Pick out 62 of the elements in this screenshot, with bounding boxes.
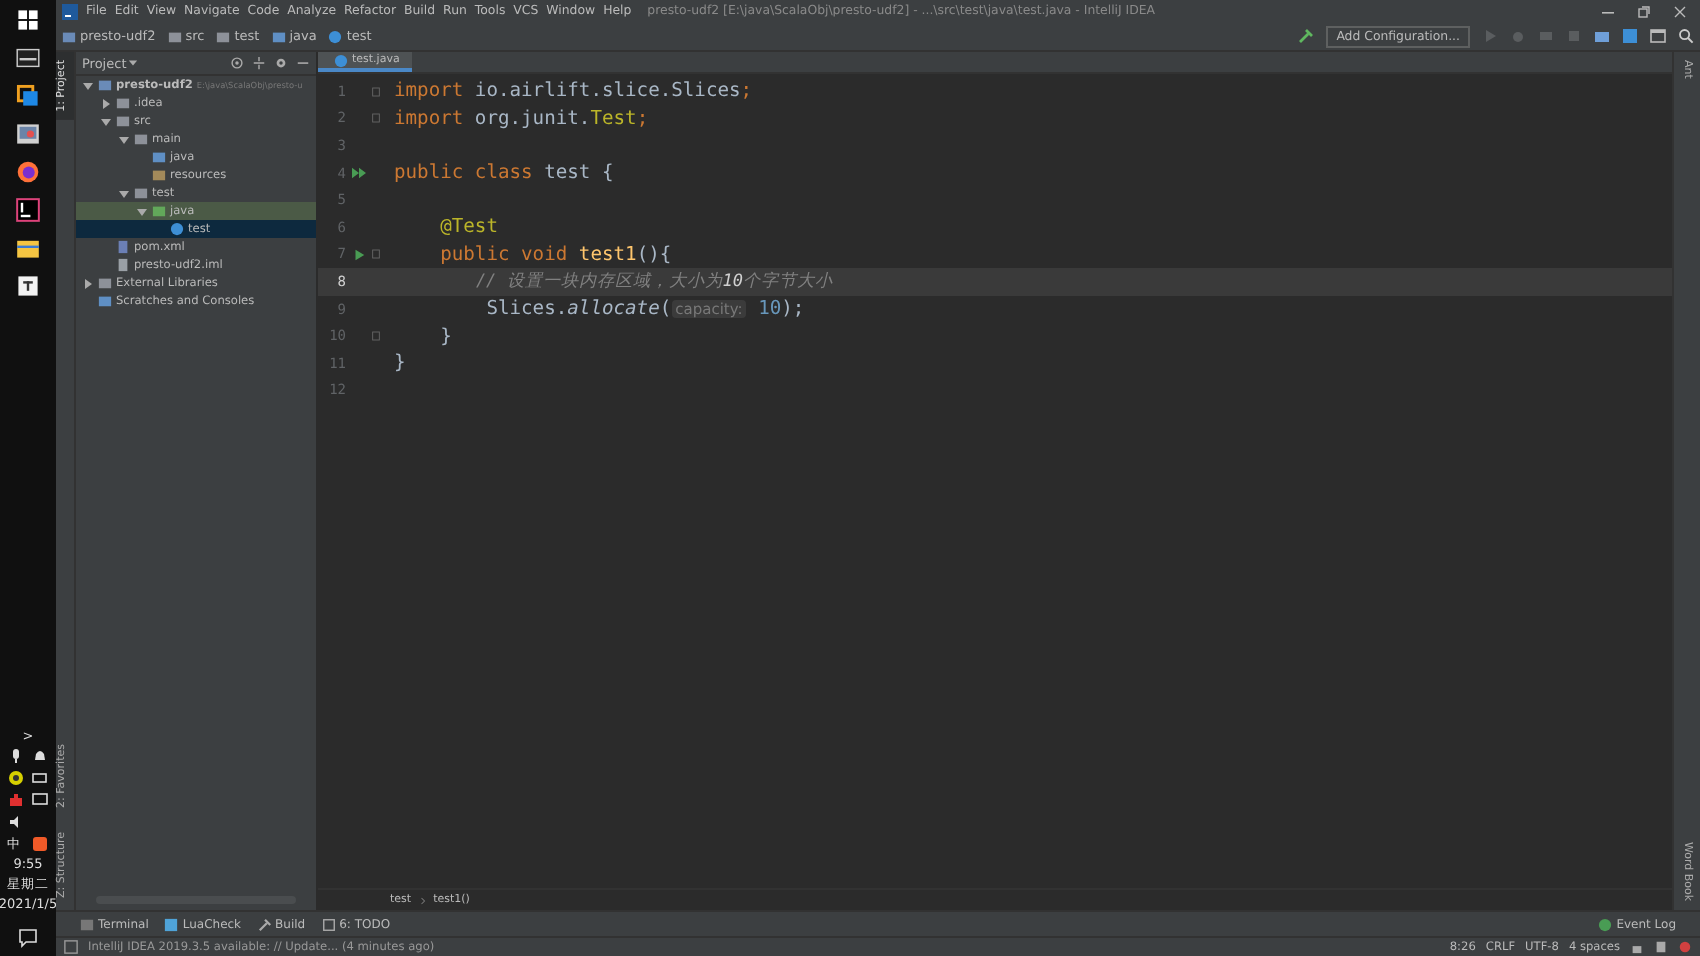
fold-marker-icon[interactable] <box>372 330 380 343</box>
settings-icon[interactable] <box>274 56 288 70</box>
window-layout-icon[interactable] <box>1650 28 1666 44</box>
terminal-app-icon[interactable] <box>16 46 40 70</box>
code-line: import org.junit.Test; <box>394 107 649 130</box>
code-line: } <box>438 325 452 348</box>
hammer-icon <box>257 917 272 931</box>
bell-icon[interactable] <box>31 748 47 764</box>
ide-app-icon[interactable] <box>16 198 40 222</box>
terminal-icon <box>80 917 94 931</box>
start-icon[interactable] <box>16 8 40 32</box>
folder-icon <box>216 29 231 43</box>
battery-icon[interactable] <box>31 770 47 786</box>
collapse-icon[interactable] <box>252 56 266 70</box>
fold-marker-icon[interactable] <box>372 85 380 98</box>
hammer-icon[interactable] <box>1298 28 1315 44</box>
chevron-icon <box>419 895 426 905</box>
run-tests-icon[interactable] <box>350 166 368 181</box>
dropdown-caret-icon[interactable] <box>128 58 139 68</box>
code-line: public void test1(){ <box>438 243 672 266</box>
module-icon <box>62 29 76 43</box>
run-test-icon[interactable] <box>350 247 368 262</box>
expand-arrow-icon[interactable] <box>82 277 94 289</box>
code-line: import io.airlift.slice.Slices; <box>394 80 753 103</box>
code-line: @Test <box>438 216 498 239</box>
microphone-icon[interactable] <box>7 748 23 764</box>
list-icon <box>321 917 336 931</box>
library-icon <box>98 276 112 290</box>
folder-icon <box>167 29 182 43</box>
notification-icon[interactable] <box>18 928 38 948</box>
image-viewer-icon[interactable] <box>16 122 40 146</box>
text-editor-icon[interactable] <box>16 274 40 298</box>
lock-icon[interactable] <box>1630 940 1644 954</box>
status-toggle-icon[interactable] <box>64 940 78 954</box>
restore-icon[interactable] <box>1636 3 1652 19</box>
square-app-icon[interactable] <box>31 836 47 852</box>
code-line: } <box>394 352 406 375</box>
close-icon[interactable] <box>1672 3 1688 19</box>
app-window-icon[interactable] <box>16 84 40 108</box>
monitor-icon[interactable] <box>31 792 47 808</box>
app-logo-icon <box>62 3 78 19</box>
search-icon[interactable] <box>1678 28 1694 44</box>
scratch-icon <box>98 294 112 308</box>
folder-icon <box>271 29 286 43</box>
fold-marker-icon[interactable] <box>372 112 380 125</box>
event-log-icon <box>1598 917 1613 931</box>
circle-app-icon[interactable] <box>7 770 23 786</box>
module-icon <box>98 78 112 92</box>
toolbox-icon[interactable] <box>7 792 23 808</box>
speaker-muted-icon[interactable] <box>7 814 23 830</box>
browser-icon[interactable] <box>16 160 40 184</box>
inspector-icon[interactable] <box>1654 940 1668 954</box>
fold-marker-icon[interactable] <box>372 248 380 261</box>
hide-icon[interactable] <box>296 56 310 70</box>
structure-icon[interactable] <box>1622 28 1638 44</box>
locate-icon[interactable] <box>230 56 244 70</box>
class-icon <box>170 222 184 236</box>
file-explorer-icon[interactable] <box>16 236 40 260</box>
folder-icon[interactable] <box>1594 28 1610 44</box>
document-icon <box>164 917 179 931</box>
code-line: public class test { <box>394 162 614 185</box>
code-line: // 设置一块内存区域，大小为10个字节大小 <box>473 269 834 294</box>
